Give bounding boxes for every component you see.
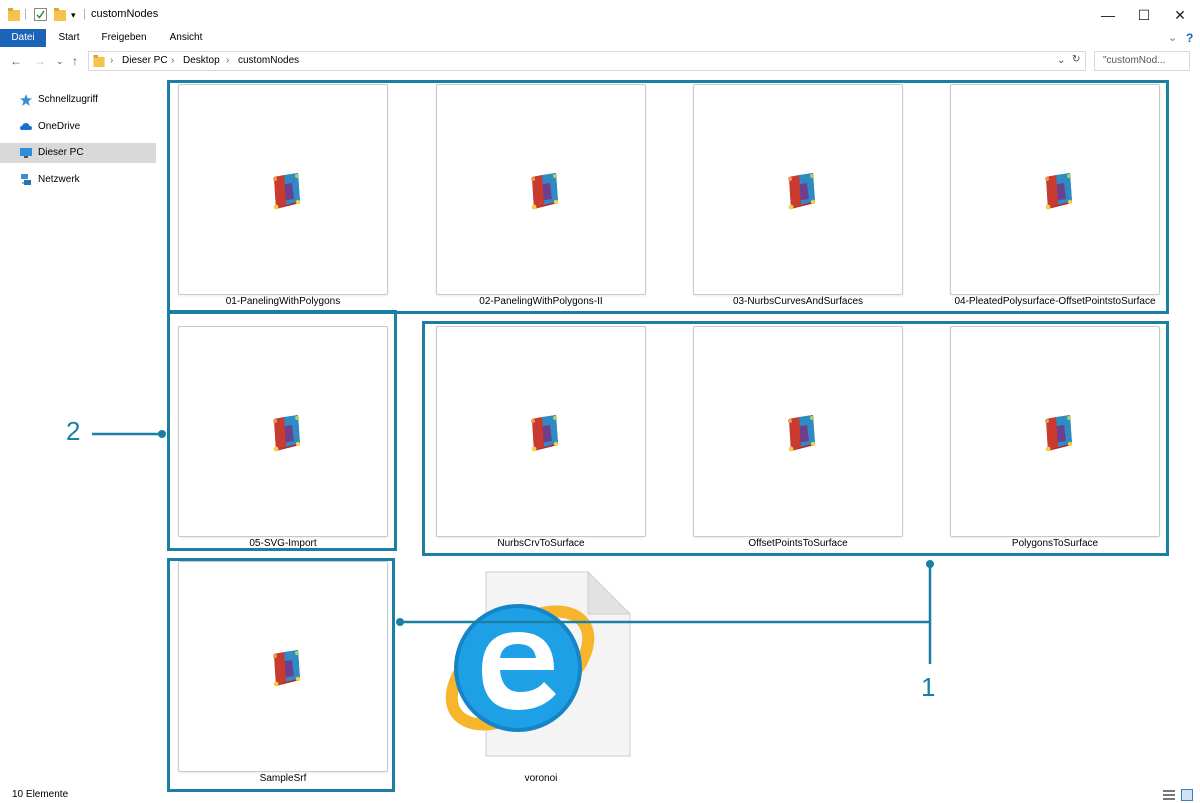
quick-access-dropdown-icon[interactable]: ▾ — [71, 10, 76, 21]
breadcrumb-separator: › — [171, 55, 175, 66]
item-count: 10 Elemente — [12, 789, 69, 800]
refresh-icon[interactable]: ↻ — [1072, 54, 1080, 65]
tab-ansicht[interactable]: Ansicht — [164, 29, 208, 47]
address-dropdown-icon[interactable]: ⌄ — [1057, 55, 1065, 66]
breadcrumb-separator: › — [226, 55, 230, 66]
sidebar-item-label: Dieser PC — [38, 147, 84, 158]
sidebar-item-label: Netzwerk — [38, 174, 80, 185]
breadcrumb-dieser-pc[interactable]: Dieser PC — [122, 55, 168, 66]
computer-icon — [20, 148, 32, 158]
tab-start[interactable]: Start — [52, 29, 86, 47]
close-button[interactable]: ✕ — [1157, 0, 1200, 30]
back-icon[interactable]: ← — [10, 54, 22, 68]
star-icon — [20, 94, 32, 106]
sidebar-item-onedrive[interactable]: OneDrive — [0, 117, 156, 137]
network-icon — [21, 174, 31, 185]
highlight-samplesrf — [167, 558, 395, 792]
annotation-number-2: 2 — [66, 416, 81, 446]
separator: | — [24, 8, 27, 20]
large-icons-view-icon[interactable] — [1181, 789, 1193, 801]
forward-icon[interactable]: → — [34, 54, 46, 68]
sidebar-item-schnellzugriff[interactable]: Schnellzugriff — [0, 90, 156, 110]
new-folder-icon[interactable] — [54, 8, 66, 22]
breadcrumb-desktop[interactable]: Desktop — [183, 55, 220, 66]
search-input[interactable]: "customNod... — [1094, 51, 1190, 71]
highlight-group-1 — [422, 321, 1169, 556]
folder-icon — [8, 8, 20, 21]
ribbon-tabs: Datei Start Freigeben Ansicht ⌄ ? — [0, 29, 1200, 47]
breadcrumb-customnodes[interactable]: customNodes — [238, 55, 299, 66]
sidebar-item-label: Schnellzugriff — [38, 94, 98, 105]
title-bar: | ▾ | customNodes — ☐ ✕ — [0, 0, 1200, 30]
annotation-number-1: 1 — [921, 672, 936, 702]
folder-icon — [93, 55, 105, 68]
help-icon[interactable]: ? — [1186, 31, 1193, 45]
highlight-group-2-row — [167, 80, 1169, 314]
sidebar-item-dieser-pc[interactable]: Dieser PC — [0, 143, 156, 163]
ribbon-expand-icon[interactable]: ⌄ — [1168, 31, 1177, 44]
tab-datei[interactable]: Datei — [0, 29, 46, 47]
tab-freigeben[interactable]: Freigeben — [98, 29, 150, 47]
recent-dropdown-icon[interactable]: ⌄ — [56, 56, 64, 67]
sidebar-item-netzwerk[interactable]: Netzwerk — [0, 170, 156, 190]
cloud-icon — [20, 123, 32, 130]
internet-explorer-file-icon[interactable] — [438, 570, 634, 760]
window-title: customNodes — [91, 8, 159, 20]
navigation-bar: ← → ⌄ ↑ › Dieser PC › Desktop › customNo… — [0, 50, 1200, 74]
highlight-group-2-tile — [167, 310, 397, 551]
separator: | — [83, 8, 86, 20]
properties-icon[interactable] — [34, 8, 47, 21]
up-icon[interactable]: ↑ — [72, 54, 78, 68]
breadcrumb-separator: › — [110, 55, 114, 66]
file-label: voronoi — [524, 773, 558, 784]
sidebar-item-label: OneDrive — [38, 121, 81, 132]
details-view-icon[interactable] — [1163, 790, 1175, 800]
status-bar: 10 Elemente — [0, 787, 1200, 803]
address-bar[interactable]: › Dieser PC › Desktop › customNodes ⌄ ↻ — [88, 51, 1086, 71]
